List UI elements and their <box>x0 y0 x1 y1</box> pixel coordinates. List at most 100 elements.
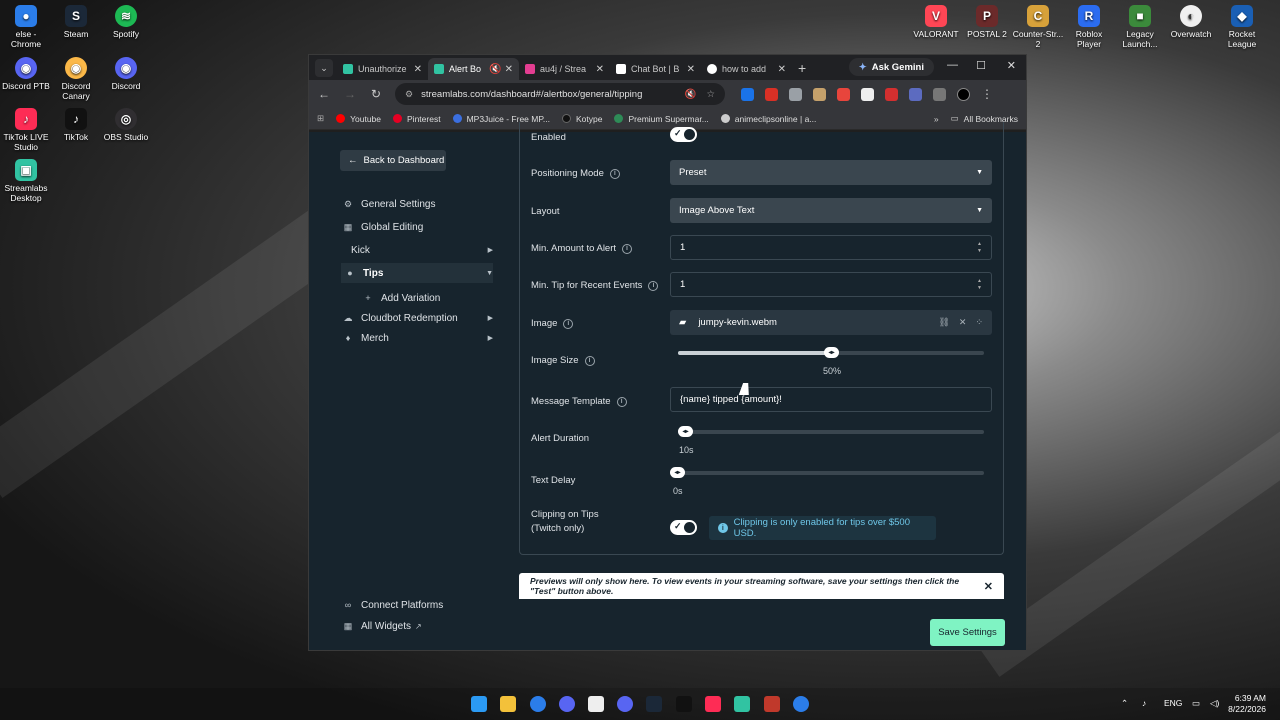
slider-thumb[interactable]: ◂▸ <box>824 347 839 358</box>
folder-icon[interactable]: ▰ <box>679 317 686 328</box>
new-tab-button[interactable]: + <box>798 60 806 76</box>
sidebar-item-cloudbot-redemption[interactable]: ☁ Cloudbot Redemption ▶ <box>343 309 494 327</box>
extension-icon[interactable] <box>885 87 898 101</box>
tab-chat-bot[interactable]: Chat Bot | B ✕ <box>610 58 701 80</box>
number-spinner[interactable]: ▲ ▼ <box>977 278 982 292</box>
file-explorer-icon[interactable] <box>500 696 516 712</box>
tab-how-to-add[interactable]: how to add ✕ <box>701 58 792 80</box>
back-to-dashboard-button[interactable]: ← Back to Dashboard <box>340 150 446 171</box>
notepad-icon[interactable] <box>588 696 604 712</box>
sidebar-item-add-variation[interactable]: + Add Variation <box>363 289 513 307</box>
site-info-icon[interactable]: ⚙ <box>405 89 413 100</box>
forward-icon[interactable]: → <box>343 87 357 101</box>
close-window-button[interactable]: ✕ <box>1007 59 1016 72</box>
desktop-icon-streamlabs[interactable]: ▣ Streamlabs Desktop <box>0 159 52 203</box>
image-file-input[interactable]: ▰ jumpy-kevin.webm ⛓ ✕ ⁘ <box>670 310 992 335</box>
extension-icon[interactable] <box>861 87 874 101</box>
tab-search-button[interactable]: ⌄ <box>315 59 333 77</box>
mute-tab-icon[interactable]: 🔇 <box>489 64 501 75</box>
steam-icon[interactable] <box>646 696 662 712</box>
discord-icon[interactable] <box>559 696 575 712</box>
desktop-icon-roblox[interactable]: R Roblox Player <box>1063 5 1115 49</box>
close-tab-icon[interactable]: ✕ <box>687 64 695 75</box>
close-tab-icon[interactable]: ✕ <box>596 64 604 75</box>
desktop-icon-tiktok-live[interactable]: ♪ TikTok LIVE Studio <box>0 108 52 152</box>
bookmark-star-icon[interactable]: ☆ <box>706 89 715 100</box>
layout-select[interactable]: Image Above Text ▼ <box>670 198 992 223</box>
muted-icon[interactable]: 🔇 <box>685 89 697 100</box>
spin-down-icon[interactable]: ▼ <box>977 285 982 292</box>
close-tab-icon[interactable]: ✕ <box>778 64 786 75</box>
close-tab-icon[interactable]: ✕ <box>414 64 422 75</box>
apps-grid-icon[interactable]: ⊞ <box>317 113 324 124</box>
sidebar-item-general-settings[interactable]: ⚙ General Settings <box>343 195 493 213</box>
info-icon[interactable]: i <box>563 318 574 329</box>
discord-icon[interactable] <box>617 696 633 712</box>
clipping-toggle[interactable]: ✓ <box>670 520 697 535</box>
language-indicator[interactable]: ENG <box>1164 698 1182 708</box>
desktop-icon-postal2[interactable]: P POSTAL 2 <box>961 5 1013 39</box>
menu-kebab-icon[interactable]: ⋮ <box>981 87 993 101</box>
close-icon[interactable]: ✕ <box>984 580 993 593</box>
desktop-icon-rocket-league[interactable]: ◆ Rocket League <box>1216 5 1268 49</box>
image-size-slider[interactable]: ◂▸ <box>678 347 984 358</box>
extension-icon[interactable] <box>741 87 754 101</box>
desktop-icon-tiktok[interactable]: ♪ TikTok <box>50 108 102 142</box>
message-template-input[interactable]: {name} tipped {amount}! <box>670 387 992 412</box>
desktop-icon-discord-ptb[interactable]: ◉ Discord PTB <box>0 57 52 91</box>
network-icon[interactable]: ▭ <box>1192 698 1200 709</box>
number-spinner[interactable]: ▲ ▼ <box>977 241 982 255</box>
save-settings-button[interactable]: Save Settings <box>930 619 1005 646</box>
chrome-icon[interactable] <box>530 696 546 712</box>
volume-icon[interactable]: ◁) <box>1210 698 1219 709</box>
sidebar-item-global-editing[interactable]: ▦ Global Editing <box>343 218 493 236</box>
system-clock[interactable]: 6:39 AM 8/22/2026 <box>1228 693 1266 715</box>
text-delay-slider[interactable]: ◂▸ <box>670 467 984 478</box>
spin-up-icon[interactable]: ▲ <box>977 241 982 248</box>
sidebar-item-kick[interactable]: Kick ▶ <box>351 241 493 259</box>
extension-icon[interactable] <box>837 87 850 101</box>
desktop-icon-chrome[interactable]: ● else - Chrome <box>0 5 52 49</box>
profile-avatar[interactable] <box>957 87 970 101</box>
tiktok-live-icon[interactable] <box>705 696 721 712</box>
spin-down-icon[interactable]: ▼ <box>977 248 982 255</box>
extensions-puzzle-icon[interactable] <box>933 87 946 101</box>
min-tip-input[interactable]: 1 ▲ ▼ <box>670 272 992 297</box>
info-icon[interactable]: i <box>622 243 633 254</box>
address-bar[interactable]: ⚙ streamlabs.com/dashboard#/alertbox/gen… <box>395 83 725 105</box>
desktop-icon-steam[interactable]: S Steam <box>50 5 102 39</box>
reload-icon[interactable]: ↻ <box>369 87 383 101</box>
sidebar-item-tips[interactable]: ● Tips ▼ <box>341 263 493 283</box>
info-icon[interactable]: i <box>609 168 620 179</box>
extension-icon[interactable] <box>813 87 826 101</box>
spin-up-icon[interactable]: ▲ <box>977 278 982 285</box>
desktop-icon-discord-canary[interactable]: ◉ Discord Canary <box>50 57 102 101</box>
desktop-icon-legacy-launcher[interactable]: ■ Legacy Launch... <box>1114 5 1166 49</box>
gallery-grid-icon[interactable]: ⁘ <box>975 317 983 328</box>
clear-icon[interactable]: ✕ <box>959 317 967 328</box>
slider-thumb[interactable]: ◂▸ <box>678 426 693 437</box>
tiktok-icon[interactable] <box>676 696 692 712</box>
streamlabs-icon[interactable] <box>734 696 750 712</box>
ask-gemini-button[interactable]: ✦ Ask Gemini <box>848 58 934 76</box>
voicemeeter-icon[interactable] <box>764 696 780 712</box>
all-widgets-link[interactable]: ▦ All Widgets ↗ <box>343 617 493 635</box>
bookmark-pinterest[interactable]: Pinterest <box>393 114 441 124</box>
info-icon[interactable]: i <box>584 355 595 366</box>
minimize-button[interactable]: — <box>947 59 958 71</box>
chrome-icon[interactable] <box>793 696 809 712</box>
extension-icon[interactable] <box>789 87 802 101</box>
back-icon[interactable]: ← <box>317 87 331 101</box>
sidebar-item-merch[interactable]: ♦ Merch ▶ <box>343 329 493 347</box>
alert-duration-slider[interactable]: ◂▸ <box>678 426 984 437</box>
desktop-icon-overwatch[interactable]: ◐ Overwatch <box>1165 5 1217 39</box>
extension-icon[interactable] <box>765 87 778 101</box>
extension-icon[interactable] <box>909 87 922 101</box>
microphone-icon[interactable]: ♪ <box>1142 698 1146 708</box>
bookmark-youtube[interactable]: Youtube <box>336 114 381 124</box>
start-icon[interactable] <box>471 696 487 712</box>
tab-alert-box[interactable]: Alert Bo 🔇 ✕ <box>428 58 519 80</box>
min-amount-input[interactable]: 1 ▲ ▼ <box>670 235 992 260</box>
close-tab-icon[interactable]: ✕ <box>505 64 513 75</box>
desktop-icon-counter-strike[interactable]: C Counter-Str... 2 <box>1012 5 1064 49</box>
